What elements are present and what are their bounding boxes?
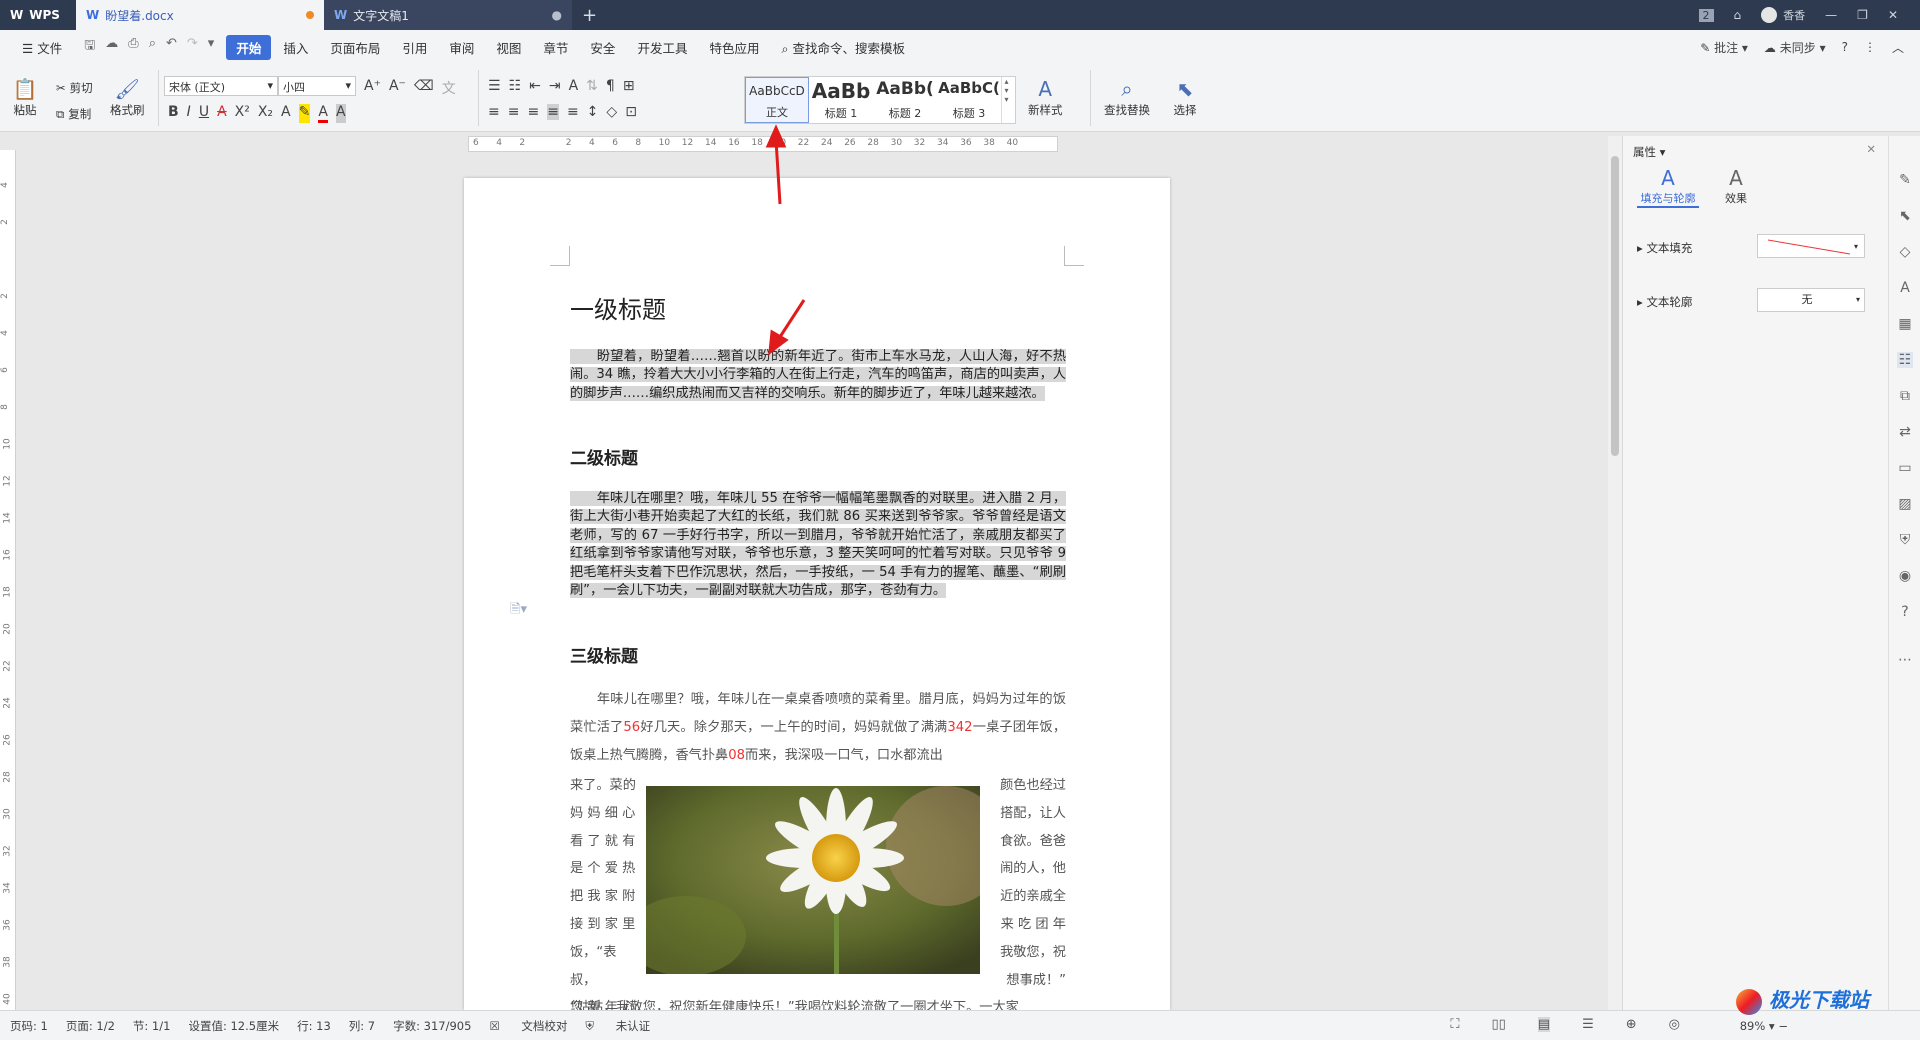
layers-icon[interactable]: ⧉ xyxy=(1897,388,1913,404)
archive-icon[interactable]: ▭ xyxy=(1897,460,1913,476)
page-view-icon[interactable]: ▤ xyxy=(1537,1017,1551,1032)
status-bar: 页码: 1 页面: 1/2 节: 1/1 设置值: 12.5厘米 行: 13 列… xyxy=(0,1010,1920,1040)
status-page[interactable]: 页码: 1 xyxy=(10,1018,48,1034)
close-panel-icon[interactable]: ✕ xyxy=(1866,142,1876,156)
help-circle-icon[interactable]: ? xyxy=(1897,604,1913,620)
properties-icon[interactable]: ☷ xyxy=(1897,352,1913,368)
status-col: 列: 7 xyxy=(348,1018,376,1033)
view-mode-buttons: ⛶ ▯▯ ▤ ☰ ⊕ ◎ xyxy=(1432,1017,1680,1032)
right-tool-sidebar: ✎ ⬉ ◇ A ▦ ☷ ⧉ ⇄ ▭ ▨ ⛨ ◉ ? ⋯ xyxy=(1888,136,1920,1010)
auth-label: 未认证 xyxy=(615,1018,651,1033)
status-section[interactable]: 节: 1/1 xyxy=(133,1018,171,1034)
status-row: 行: 13 xyxy=(297,1018,331,1033)
text-fill-row[interactable]: ▸ 文本填充 xyxy=(1637,240,1692,256)
effect-text-icon: A xyxy=(1729,166,1743,190)
watermark-text: 极光下载站 xyxy=(1768,988,1869,1012)
proofread-button[interactable]: ☒ 文档校对 xyxy=(489,1018,567,1034)
status-word-count[interactable]: 字数: 317/905 xyxy=(393,1018,471,1034)
text-outline-picker[interactable]: 无 ▾ xyxy=(1757,288,1865,312)
fullscreen-icon[interactable]: ⛶ xyxy=(1450,1017,1459,1032)
reading-view-icon[interactable]: ▯▯ xyxy=(1491,1017,1505,1032)
outline-view-icon[interactable]: ☰ xyxy=(1582,1017,1594,1032)
tab-fill-outline-label: 填充与轮廓 xyxy=(1640,192,1696,205)
text-outline-value: 无 xyxy=(1801,293,1813,306)
tab-fill-outline[interactable]: A 填充与轮廓 xyxy=(1637,166,1699,208)
image-icon[interactable]: ▨ xyxy=(1897,496,1913,512)
chevron-down-icon: ▾ xyxy=(1855,295,1860,304)
properties-title[interactable]: 属性 ▾ xyxy=(1633,144,1665,160)
arrow-to-normal-style xyxy=(765,124,787,205)
site-watermark-logo: 极光下载站 xyxy=(1736,984,1916,1040)
shapes-icon[interactable]: ◇ xyxy=(1897,244,1913,260)
table-icon[interactable]: ▦ xyxy=(1897,316,1913,332)
chevron-down-icon: ▾ xyxy=(1853,242,1858,251)
text-fill-label: 文本填充 xyxy=(1646,241,1693,255)
proofread-label: 文档校对 xyxy=(521,1018,568,1033)
translate-icon[interactable]: ⇄ xyxy=(1897,424,1913,440)
style-icon[interactable]: A xyxy=(1897,280,1913,296)
text-outline-row[interactable]: ▸ 文本轮廓 xyxy=(1637,294,1692,310)
text-fill-picker[interactable]: ▾ xyxy=(1757,234,1865,258)
properties-title-label: 属性 xyxy=(1633,145,1656,159)
watermark-logo-icon xyxy=(1736,988,1762,1015)
pointer-icon[interactable]: ⬉ xyxy=(1897,208,1913,224)
pen-icon[interactable]: ✎ xyxy=(1897,172,1913,188)
fill-text-icon: A xyxy=(1661,166,1675,190)
share-icon[interactable]: ◉ xyxy=(1897,568,1913,584)
status-pages[interactable]: 页面: 1/2 xyxy=(66,1018,115,1034)
text-outline-label: 文本轮廓 xyxy=(1646,295,1693,309)
shield-icon[interactable]: ⛨ xyxy=(1897,532,1913,548)
arrow-to-text xyxy=(768,299,806,356)
auth-status[interactable]: ⛨ 未认证 xyxy=(585,1018,650,1034)
properties-panel: 属性 ▾ ✕ A 填充与轮廓 A 效果 ▸ 文本填充 ▾ ▸ 文本轮廓 无 ▾ xyxy=(1622,136,1888,1010)
tab-effect-label: 效果 xyxy=(1725,192,1747,205)
more-dots-icon[interactable]: ⋯ xyxy=(1897,652,1913,668)
tab-effect[interactable]: A 效果 xyxy=(1711,166,1761,206)
no-fill-swatch-icon xyxy=(1767,239,1851,255)
status-setting[interactable]: 设置值: 12.5厘米 xyxy=(188,1018,279,1034)
eye-protect-icon[interactable]: ◎ xyxy=(1669,1017,1680,1032)
web-view-icon[interactable]: ⊕ xyxy=(1626,1017,1637,1032)
